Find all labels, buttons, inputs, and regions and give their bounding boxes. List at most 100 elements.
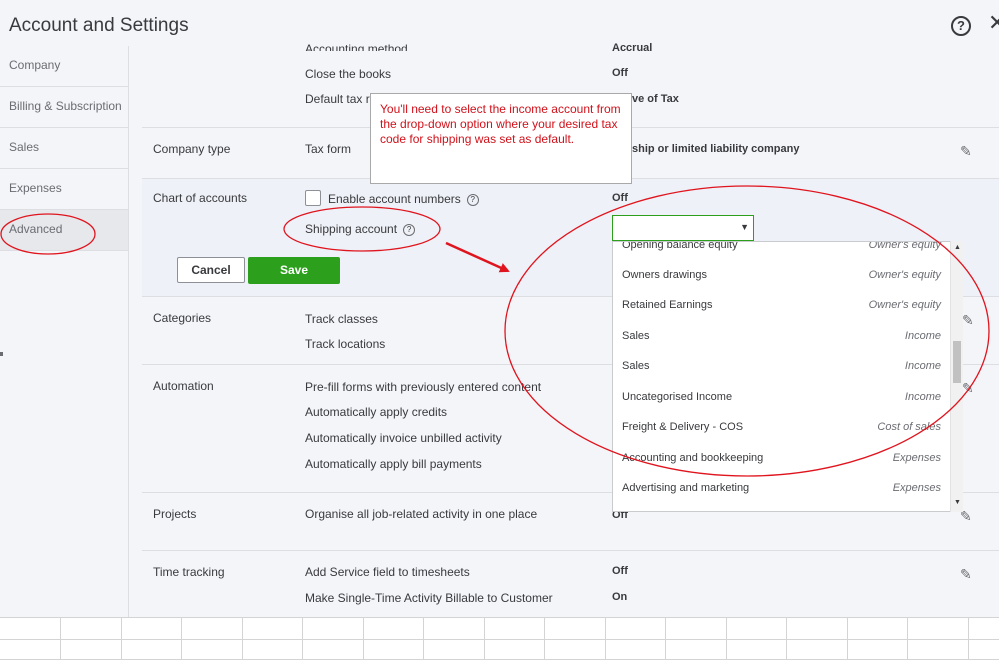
billable-activity-label: Make Single-Time Activity Billable to Cu… (305, 591, 553, 605)
grid-line (786, 617, 787, 660)
grid-line (726, 617, 727, 660)
dropdown-option[interactable]: Advertising and marketing Expenses (613, 474, 953, 504)
grid-line (484, 617, 485, 660)
section-divider (142, 550, 999, 551)
grid-line (423, 617, 424, 660)
cancel-button[interactable]: Cancel (177, 257, 245, 283)
edit-automation-pencil-icon[interactable]: ✎ (962, 380, 974, 397)
account-dropdown-list: Opening balance equity Owner's equity Own… (612, 241, 963, 512)
option-type: Owner's equity (868, 269, 941, 281)
grid-line (181, 617, 182, 660)
automation-item: Automatically invoice unbilled activity (305, 431, 502, 445)
question-circle-icon[interactable]: ? (466, 194, 479, 206)
service-field-label: Add Service field to timesheets (305, 565, 470, 579)
automation-item: Pre-fill forms with previously entered c… (305, 380, 542, 394)
dropdown-option[interactable]: Sales Income (613, 352, 953, 382)
shipping-account-label: Shipping account? (305, 222, 416, 236)
sidebar-item-sales[interactable]: Sales (0, 128, 128, 169)
tax-form-value: ship or limited liability company (632, 143, 800, 155)
sidebar-item-label: Company (9, 58, 61, 72)
option-type: Expenses (892, 452, 941, 464)
dropdown-option[interactable]: Opening balance equity Owner's equity (613, 241, 953, 261)
option-type: Income (904, 391, 941, 403)
dropdown-option[interactable]: Freight & Delivery - COS Cost of sales (613, 413, 953, 443)
close-icon[interactable]: ✕ (988, 12, 999, 34)
automation-item: Automatically apply credits (305, 405, 448, 419)
chart-of-accounts-heading: Chart of accounts (153, 191, 248, 205)
option-name: Opening balance equity (622, 241, 738, 251)
categories-heading: Categories (153, 311, 212, 325)
service-field-value: Off (612, 565, 628, 577)
default-tax-label: Default tax ra (305, 92, 377, 106)
accounting-method-label: Accounting method (305, 42, 408, 51)
option-name: Retained Earnings (622, 299, 713, 311)
projects-heading: Projects (153, 507, 197, 521)
enable-account-numbers-value: Off (612, 192, 628, 204)
grid-line (242, 617, 243, 660)
option-type: Owner's equity (868, 241, 941, 251)
scroll-up-icon[interactable]: ▲ (954, 244, 961, 251)
company-type-heading: Company type (153, 142, 231, 156)
option-type: Cost of sales (877, 421, 941, 433)
option-type: Income (904, 360, 941, 372)
grid-line (968, 617, 969, 660)
edit-company-type-pencil-icon[interactable]: ✎ (960, 143, 972, 160)
dropdown-option[interactable]: Retained Earnings Owner's equity (613, 291, 953, 321)
page-title: Account and Settings (9, 15, 189, 36)
enable-account-numbers-checkbox[interactable] (305, 190, 321, 206)
default-tax-value: ve of Tax (632, 93, 679, 105)
close-books-value: Off (612, 67, 628, 79)
sidebar-item-company[interactable]: Company (0, 46, 128, 87)
dropdown-scrollbar[interactable]: ▲ ▼ (950, 241, 963, 512)
sidebar-item-expenses[interactable]: Expenses (0, 169, 128, 210)
grid-line (665, 617, 666, 660)
help-icon[interactable]: ? (951, 16, 971, 36)
save-button[interactable]: Save (248, 257, 340, 284)
projects-label: Organise all job-related activity in one… (305, 507, 538, 521)
question-circle-icon[interactable]: ? (403, 224, 416, 236)
edge-marker (0, 352, 3, 356)
screenshot-root: Account and Settings ? ✕ Company Billing… (0, 0, 999, 660)
shipping-account-select[interactable]: ▼ (612, 215, 754, 241)
option-type: Expenses (892, 482, 941, 494)
option-name: Sales (622, 360, 650, 372)
chevron-down-icon[interactable]: ▼ (740, 222, 749, 232)
dropdown-option[interactable]: Accounting and bookkeeping Expenses (613, 444, 953, 474)
scroll-thumb[interactable] (953, 341, 961, 383)
grid-line (0, 639, 999, 640)
grid-line (121, 617, 122, 660)
dropdown-option[interactable]: Sales Income (613, 322, 953, 352)
option-name: Advertising and marketing (622, 482, 750, 494)
option-name: Freight & Delivery - COS (622, 421, 744, 433)
grid-line (60, 617, 61, 660)
sidebar-item-label: Sales (9, 140, 40, 154)
sidebar-item-label: Expenses (9, 181, 62, 195)
edit-categories-pencil-icon[interactable]: ✎ (962, 312, 974, 329)
automation-item: Automatically apply bill payments (305, 457, 482, 471)
option-type: Income (904, 330, 941, 342)
grid-line (0, 617, 999, 618)
grid-line (544, 617, 545, 660)
automation-heading: Automation (153, 379, 214, 393)
dropdown-option[interactable]: Owners drawings Owner's equity (613, 261, 953, 291)
close-books-label: Close the books (305, 67, 392, 81)
grid-line (605, 617, 606, 660)
dropdown-option[interactable]: Uncategorised Income Income (613, 383, 953, 413)
tax-form-label: Tax form (305, 142, 352, 156)
sidebar-item-label: Billing & Subscription (9, 99, 122, 113)
grid-line (907, 617, 908, 660)
sidebar-item-billing[interactable]: Billing & Subscription (0, 87, 128, 128)
option-type: Owner's equity (868, 299, 941, 311)
edit-time-tracking-pencil-icon[interactable]: ✎ (960, 566, 972, 583)
grid-line (847, 617, 848, 660)
option-name: Sales (622, 330, 650, 342)
enable-account-numbers-text: Enable account numbers (328, 192, 461, 206)
sidebar-item-advanced[interactable]: Advanced (0, 210, 128, 251)
track-locations-label: Track locations (305, 337, 386, 351)
option-name: Owners drawings (622, 269, 707, 281)
sidebar-item-label: Advanced (9, 222, 63, 236)
scroll-down-icon[interactable]: ▼ (954, 499, 961, 506)
accounting-method-value: Accrual (612, 42, 653, 54)
shipping-account-text: Shipping account (305, 222, 398, 236)
billable-activity-value: On (612, 591, 628, 603)
